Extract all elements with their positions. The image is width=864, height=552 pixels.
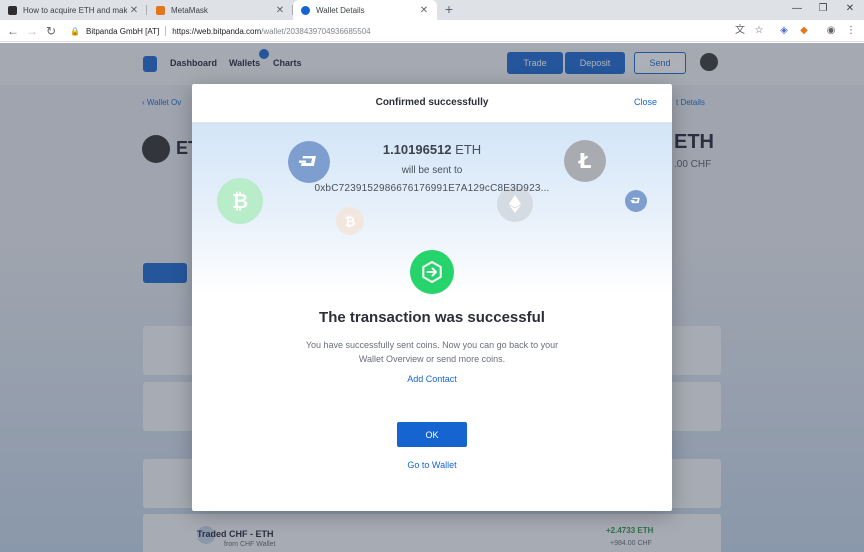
- modal-header: Confirmed successfully Close: [192, 84, 672, 123]
- minimize-icon[interactable]: —: [790, 3, 804, 14]
- address-bar[interactable]: 🔒 Bitpanda GmbH [AT] https://web.bitpand…: [64, 22, 776, 40]
- bitcoin-coin-faded-icon: ₿: [336, 207, 364, 235]
- new-tab-button[interactable]: +: [441, 1, 457, 17]
- close-tab-icon[interactable]: ✕: [273, 5, 287, 16]
- browser-tab-active[interactable]: Wallet Details ✕: [293, 0, 437, 20]
- tab-title: How to acquire ETH and make a: [23, 5, 127, 15]
- close-tab-icon[interactable]: ✕: [417, 5, 431, 16]
- forward-arrow-icon[interactable]: →: [24, 23, 40, 39]
- transfer-success-icon: [410, 250, 454, 294]
- svg-text:₿: ₿: [345, 215, 356, 229]
- go-to-wallet-link[interactable]: Go to Wallet: [192, 460, 672, 470]
- go-to-wallet-label[interactable]: Go to Wallet: [407, 460, 456, 470]
- success-headline: The transaction was successful: [319, 309, 545, 326]
- site-identity: Bitpanda GmbH [AT]: [86, 26, 160, 36]
- bitpanda-favicon-icon: [301, 5, 310, 15]
- translate-icon[interactable]: 文: [733, 24, 747, 38]
- menu-kebab-icon[interactable]: ⋮: [844, 24, 858, 38]
- profile-icon[interactable]: ◉: [824, 24, 838, 38]
- browser-toolbar: ← → ↻ 🔒 Bitpanda GmbH [AT] https://web.b…: [0, 20, 864, 42]
- ok-label: OK: [425, 429, 439, 440]
- close-button[interactable]: Close: [634, 97, 657, 107]
- amount-value: 1.10196512: [382, 142, 452, 157]
- sent-amount: 1.10196512 ETH: [192, 142, 672, 157]
- tab-title: Wallet Details: [316, 5, 365, 15]
- add-contact-label[interactable]: Add Contact: [407, 374, 457, 384]
- close-window-icon[interactable]: ✕: [843, 3, 857, 14]
- sent-to-label: will be sent to: [401, 165, 463, 176]
- close-tab-icon[interactable]: ✕: [127, 5, 141, 16]
- bookmark-star-icon[interactable]: ☆: [752, 24, 766, 38]
- browser-tab[interactable]: How to acquire ETH and make a ✕: [0, 0, 147, 20]
- metamask-extension-icon[interactable]: ◆: [797, 24, 811, 38]
- amount-unit: ETH: [455, 142, 482, 157]
- back-arrow-icon[interactable]: ←: [5, 23, 21, 39]
- medium-favicon-icon: [8, 5, 17, 15]
- lock-icon: 🔒: [70, 26, 80, 36]
- add-contact-link[interactable]: Add Contact: [192, 374, 672, 384]
- restore-icon[interactable]: ❐: [816, 3, 830, 14]
- ok-button[interactable]: OK: [397, 422, 467, 447]
- reload-icon[interactable]: ↻: [43, 23, 59, 39]
- modal-title: Confirmed successfully: [375, 97, 489, 108]
- divider: [165, 26, 167, 36]
- transaction-success-modal: Confirmed successfully Close ₿ ₿ Ł 1.101…: [192, 84, 672, 511]
- tab-title: MetaMask: [171, 5, 208, 15]
- url-path: /wallet/2038439704936685504: [261, 26, 371, 36]
- url-host: https://web.bitpanda.com: [172, 26, 262, 36]
- success-description: You have successfully sent coins. Now yo…: [305, 340, 559, 364]
- browser-tab[interactable]: MetaMask ✕: [148, 0, 293, 20]
- recipient-address: 0xbC7239152986676176991E7A129cC8E3D923..…: [314, 183, 550, 194]
- metamask-favicon-icon: [156, 5, 165, 15]
- browser-tab-strip: How to acquire ETH and make a ✕ MetaMask…: [0, 0, 864, 20]
- extension-icon[interactable]: ◈: [777, 24, 791, 38]
